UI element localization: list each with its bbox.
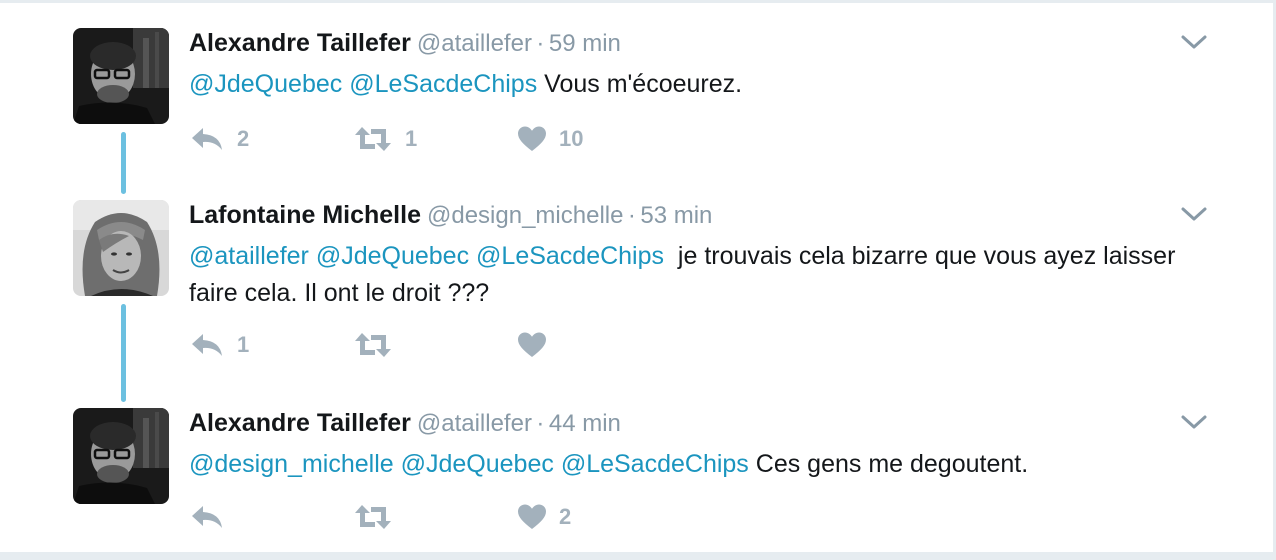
tweet-text: @design_michelle @JdeQuebec @LeSacdeChip… — [189, 446, 1199, 483]
retweet-icon — [355, 127, 391, 151]
timeline-top-border — [0, 0, 1276, 3]
tweet-text: @ataillefer @JdeQuebec @LeSacdeChips je … — [189, 238, 1199, 312]
tweet-header: Alexandre Taillefer @ataillefer · 44 min — [189, 408, 621, 442]
chevron-down-icon[interactable] — [1180, 412, 1208, 432]
separator-dot: · — [536, 30, 545, 57]
timeline-bottom-border — [0, 552, 1276, 560]
retweet-button[interactable] — [353, 499, 405, 535]
mention-link[interactable]: @JdeQuebec — [189, 70, 342, 98]
retweet-button[interactable] — [353, 327, 405, 363]
mention-link[interactable]: @LeSacdeChips — [561, 450, 749, 478]
tweet[interactable]: Alexandre Taillefer @ataillefer · 59 min … — [0, 28, 1272, 168]
separator-dot: · — [536, 410, 545, 437]
author-handle[interactable]: @ataillefer — [417, 410, 532, 437]
heart-icon — [518, 332, 546, 357]
author-name[interactable]: Alexandre Taillefer — [189, 409, 411, 437]
avatar[interactable] — [73, 200, 169, 296]
like-count: 2 — [559, 504, 572, 529]
mention-link[interactable]: @LeSacdeChips — [476, 242, 664, 270]
reply-icon — [192, 506, 222, 528]
like-button[interactable] — [517, 327, 559, 363]
like-button[interactable]: 10 — [517, 121, 583, 157]
like-count: 10 — [559, 126, 584, 151]
retweet-icon — [355, 505, 391, 529]
heart-icon — [518, 126, 546, 151]
author-handle[interactable]: @design_michelle — [427, 202, 623, 229]
timestamp[interactable]: 59 min — [549, 30, 621, 57]
tweet-text-content: Ces gens me degoutent. — [755, 450, 1029, 478]
reply-count: 1 — [237, 332, 250, 357]
reply-button[interactable] — [189, 499, 237, 535]
mention-link[interactable]: @JdeQuebec — [401, 450, 554, 478]
retweet-count: 1 — [405, 126, 418, 151]
mention-link[interactable]: @ataillefer — [189, 242, 309, 270]
timestamp[interactable]: 53 min — [640, 202, 712, 229]
tweet-text-content: Vous m'écoeurez. — [544, 70, 743, 98]
like-button[interactable]: 2 — [517, 499, 571, 535]
author-name[interactable]: Lafontaine Michelle — [189, 201, 421, 229]
retweet-icon — [355, 333, 391, 357]
mention-link[interactable]: @JdeQuebec — [316, 242, 469, 270]
reply-icon — [192, 128, 222, 150]
reply-icon — [192, 334, 222, 356]
mention-link[interactable]: @LeSacdeChips — [349, 70, 537, 98]
tweet[interactable]: Lafontaine Michelle @design_michelle · 53… — [0, 200, 1272, 375]
tweet-text: @JdeQuebec @LeSacdeChips Vous m'écoeurez… — [189, 66, 1199, 103]
chevron-down-icon[interactable] — [1180, 32, 1208, 52]
tweet-header: Lafontaine Michelle @design_michelle · 53… — [189, 200, 712, 234]
tweet[interactable]: Alexandre Taillefer @ataillefer · 44 min … — [0, 408, 1272, 548]
timestamp[interactable]: 44 min — [549, 410, 621, 437]
avatar[interactable] — [73, 28, 169, 124]
heart-icon — [518, 504, 546, 529]
tweet-header: Alexandre Taillefer @ataillefer · 59 min — [189, 28, 621, 62]
chevron-down-icon[interactable] — [1180, 204, 1208, 224]
author-name[interactable]: Alexandre Taillefer — [189, 29, 411, 57]
separator-dot: · — [627, 202, 636, 229]
reply-button[interactable]: 2 — [189, 121, 249, 157]
avatar[interactable] — [73, 408, 169, 504]
reply-button[interactable]: 1 — [189, 327, 249, 363]
mention-link[interactable]: @design_michelle — [189, 450, 394, 478]
author-handle[interactable]: @ataillefer — [417, 30, 532, 57]
retweet-button[interactable]: 1 — [353, 121, 417, 157]
reply-count: 2 — [237, 126, 250, 151]
